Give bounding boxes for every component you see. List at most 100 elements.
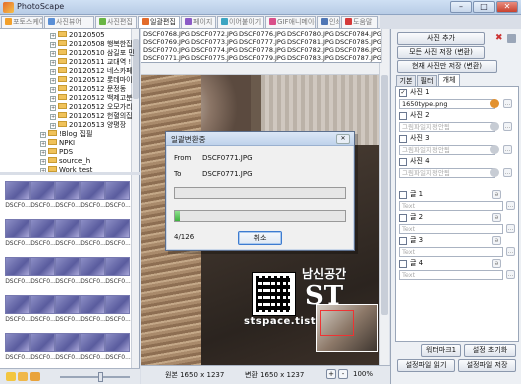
thumbnail-item[interactable]: DSCF0... xyxy=(80,219,106,250)
tab-3[interactable]: 사진편집 xyxy=(95,16,137,28)
text-style-icon[interactable]: ǝ xyxy=(492,236,501,245)
watermark-select[interactable]: 워터마크1 xyxy=(421,344,461,357)
browse-button[interactable]: ... xyxy=(503,99,512,108)
text-options-button[interactable]: ... xyxy=(506,201,515,210)
file-list-item[interactable]: DSCF0782.JPG xyxy=(287,46,334,54)
trash-icon[interactable] xyxy=(507,34,516,43)
save-current-button[interactable]: 현재 사진만 저장 (변환) xyxy=(397,60,497,73)
tab-6[interactable]: 이어붙이기 xyxy=(217,16,264,28)
expand-icon[interactable]: + xyxy=(50,42,56,48)
text-style-icon[interactable]: ǝ xyxy=(492,259,501,268)
thumbnail-item[interactable]: DSCF0... xyxy=(30,333,56,364)
thumbnail-item[interactable]: DSCF0... xyxy=(5,295,31,326)
text-checkbox-1[interactable] xyxy=(399,191,407,199)
text-field-3[interactable]: Text xyxy=(399,247,503,257)
file-list-item[interactable]: DSCF0768.JPG xyxy=(143,30,190,38)
tree-item[interactable]: + NPKI xyxy=(40,139,75,148)
slider-handle[interactable] xyxy=(98,372,103,382)
save-settings-button[interactable]: 설정파일 저장 xyxy=(458,359,516,372)
thumbnail-item[interactable]: DSCF0... xyxy=(55,181,81,212)
file-list-item[interactable]: DSCF0769.JPG xyxy=(143,38,190,46)
file-list-item[interactable]: DSCF0776.JPG xyxy=(239,30,286,38)
cancel-button[interactable]: 취소 xyxy=(238,231,282,245)
text-field-2[interactable]: Text xyxy=(399,224,503,234)
reset-settings-button[interactable]: 설정 초기화 xyxy=(464,344,516,357)
photo-checkbox-3[interactable] xyxy=(399,135,407,143)
expand-icon[interactable]: + xyxy=(50,87,56,93)
thumbnail-item[interactable]: DSCF0... xyxy=(105,295,131,326)
expand-icon[interactable]: + xyxy=(40,150,46,156)
close-button[interactable]: ✕ xyxy=(496,1,518,13)
thumbnail-item[interactable]: DSCF0... xyxy=(5,181,31,212)
thumbnail-item[interactable]: DSCF0... xyxy=(30,219,56,250)
file-list-scrollbar[interactable] xyxy=(381,29,389,63)
remove-icon[interactable]: ✖ xyxy=(495,34,504,43)
tree-item[interactable]: +20120510 삼길포 민 xyxy=(50,49,135,58)
text-checkbox-4[interactable] xyxy=(399,260,407,268)
text-field-1[interactable]: Text xyxy=(399,201,503,211)
preview-vertical-scrollbar[interactable] xyxy=(379,63,389,365)
file-list-item[interactable]: DSCF0781.JPG xyxy=(287,38,334,46)
photo-file-field-1[interactable]: 1650type.png xyxy=(399,99,495,109)
thumbnail-item[interactable]: DSCF0... xyxy=(30,295,56,326)
thumbnail-item[interactable]: DSCF0... xyxy=(5,219,31,250)
photo-file-field-2[interactable]: 그림파일지정안됨 xyxy=(399,122,495,132)
tree-item[interactable]: +20120512 문정동 xyxy=(50,85,126,94)
zoom-level[interactable]: 100% xyxy=(353,370,373,378)
thumbnail-item[interactable]: DSCF0... xyxy=(105,181,131,212)
expand-icon[interactable]: + xyxy=(40,141,46,147)
file-list-item[interactable]: DSCF0784.JPG xyxy=(335,30,382,38)
tree-item[interactable]: + PDS xyxy=(40,148,73,157)
browse-button[interactable]: ... xyxy=(503,122,512,131)
tree-item[interactable]: + source_h xyxy=(40,157,90,166)
file-list-item[interactable]: DSCF0785.JPG xyxy=(335,38,382,46)
photo-file-field-3[interactable]: 그림파일지정안됨 xyxy=(399,145,495,155)
tree-item[interactable]: + Work test xyxy=(40,166,92,172)
tab-5[interactable]: 페이지 xyxy=(181,16,216,28)
file-list-item[interactable]: DSCF0787.JPG xyxy=(335,54,382,62)
browse-button[interactable]: ... xyxy=(503,168,512,177)
dialog-close-button[interactable]: ✕ xyxy=(336,134,350,144)
thumbnail-item[interactable]: DSCF0... xyxy=(105,333,131,364)
expand-icon[interactable]: + xyxy=(50,51,56,57)
expand-icon[interactable]: + xyxy=(50,78,56,84)
thumbnail-item[interactable]: DSCF0... xyxy=(80,257,106,288)
thumbnail-item[interactable]: DSCF0... xyxy=(80,181,106,212)
photo-settings-icon[interactable] xyxy=(490,99,499,108)
tab-9[interactable]: 도움말 xyxy=(341,16,378,28)
text-style-icon[interactable]: ǝ xyxy=(492,213,501,222)
photo-file-field-4[interactable]: 그림파일지정안됨 xyxy=(399,168,495,178)
zoom-out-icon[interactable]: - xyxy=(338,369,348,379)
add-photo-button[interactable]: 사진 추가 xyxy=(397,32,485,45)
file-list-item[interactable]: DSCF0780.JPG xyxy=(287,30,334,38)
folder-icon[interactable] xyxy=(30,372,40,381)
tree-item[interactable]: +20120513 양평장 xyxy=(50,121,126,130)
photo-checkbox-2[interactable] xyxy=(399,112,407,120)
file-list-item[interactable]: DSCF0778.JPG xyxy=(239,46,286,54)
file-list-item[interactable]: DSCF0779.JPG xyxy=(239,54,286,62)
photo-checkbox-1[interactable]: ✓ xyxy=(399,89,407,97)
thumbnail-item[interactable]: DSCF0... xyxy=(55,333,81,364)
minimize-button[interactable]: – xyxy=(450,1,472,13)
folder-up-icon[interactable] xyxy=(18,372,28,381)
tree-item[interactable]: +20120512 롯데마이 xyxy=(50,76,133,85)
thumbnail-item[interactable]: DSCF0... xyxy=(105,257,131,288)
text-style-icon[interactable]: ǝ xyxy=(492,190,501,199)
tab-4[interactable]: 일괄편집 xyxy=(138,16,180,28)
thumbnail-item[interactable]: DSCF0... xyxy=(30,181,56,212)
text-options-button[interactable]: ... xyxy=(506,247,515,256)
file-list-item[interactable]: DSCF0771.JPG xyxy=(143,54,190,62)
tree-item[interactable]: +20120512 네스카페 xyxy=(50,67,133,76)
star-icon[interactable] xyxy=(6,372,16,381)
photo-settings-icon[interactable] xyxy=(490,145,499,154)
text-checkbox-2[interactable] xyxy=(399,214,407,222)
expand-icon[interactable]: + xyxy=(40,159,46,165)
file-list-item[interactable]: DSCF0786.JPG xyxy=(335,46,382,54)
file-list-item[interactable]: DSCF0777.JPG xyxy=(239,38,286,46)
tree-item[interactable]: +20120505 xyxy=(50,31,105,40)
expand-icon[interactable]: + xyxy=(50,114,56,120)
file-list-item[interactable]: DSCF0770.JPG xyxy=(143,46,190,54)
browse-button[interactable]: ... xyxy=(503,145,512,154)
expand-icon[interactable]: + xyxy=(50,69,56,75)
text-checkbox-3[interactable] xyxy=(399,237,407,245)
